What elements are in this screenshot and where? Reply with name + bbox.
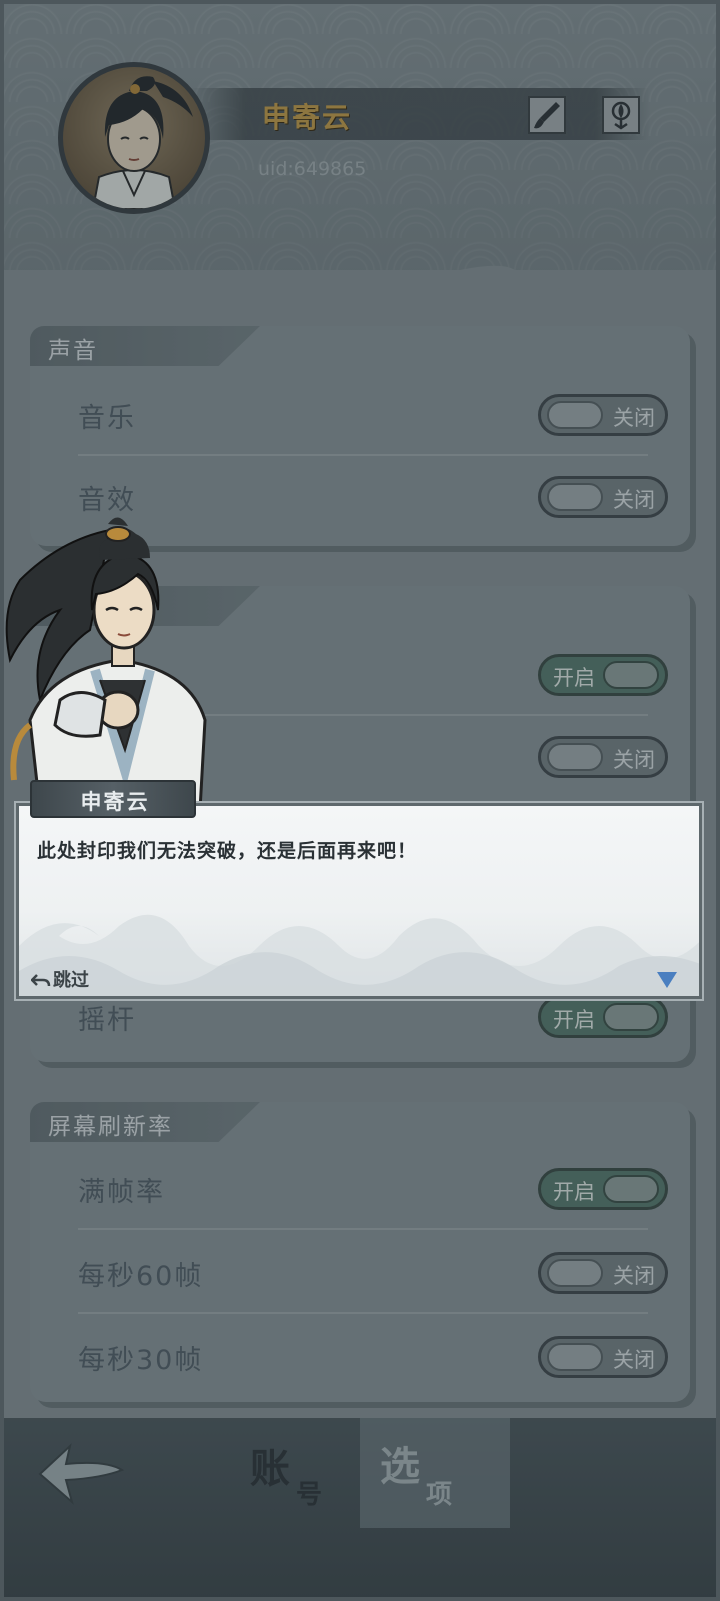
wave-pattern xyxy=(19,914,699,996)
undo-icon xyxy=(31,974,51,987)
next-triangle-icon[interactable] xyxy=(657,972,677,988)
dialog-text: 此处封印我们无法突破，还是后面再来吧！ xyxy=(37,840,418,862)
skip-label: 跳过 xyxy=(53,970,89,991)
character-portrait xyxy=(5,517,207,810)
speaker-tag: 申寄云 xyxy=(30,780,196,818)
dialog-box[interactable]: 此处封印我们无法突破，还是后面再来吧！ 跳过 xyxy=(16,803,702,999)
speaker-name: 申寄云 xyxy=(80,790,150,814)
skip-button[interactable]: 跳过 xyxy=(31,966,89,992)
